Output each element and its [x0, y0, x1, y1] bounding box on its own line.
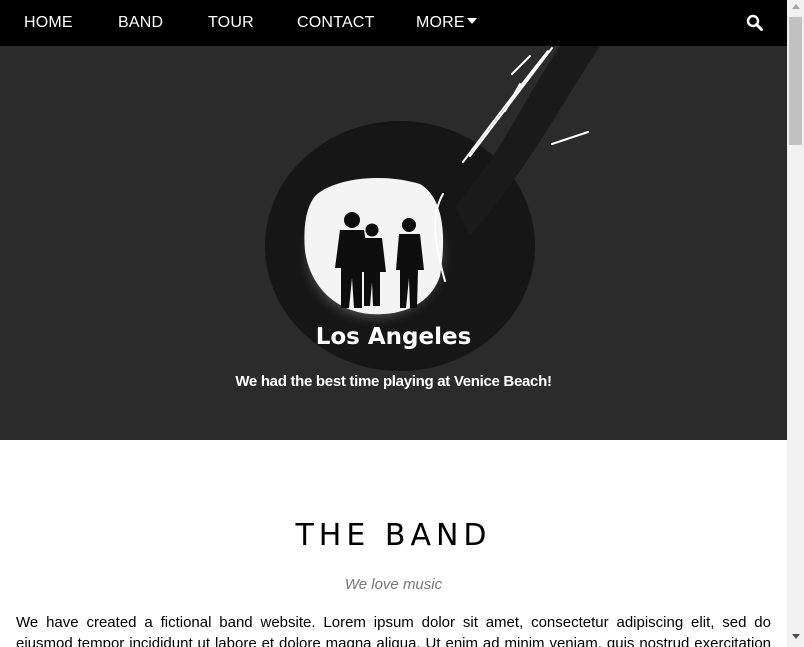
nav-home-link[interactable]: HOME	[24, 0, 73, 46]
band-description: We have created a fictional band website…	[16, 614, 771, 647]
scroll-down-arrow-icon[interactable]	[792, 634, 800, 639]
search-button[interactable]	[746, 14, 764, 32]
vertical-scrollbar[interactable]	[787, 0, 804, 647]
nav-more-label: MORE	[416, 14, 465, 31]
caret-down-icon	[466, 17, 477, 24]
scroll-up-arrow-icon[interactable]	[792, 4, 800, 9]
hero-subtitle: We had the best time playing at Venice B…	[235, 373, 552, 390]
search-icon	[746, 14, 763, 31]
band-section-title: THE BAND	[295, 518, 492, 553]
top-navbar: HOME BAND TOUR CONTACT MORE	[0, 0, 787, 46]
hero-title: Los Angeles	[315, 324, 472, 350]
nav-tour-link[interactable]: TOUR	[208, 0, 254, 46]
nav-contact-link[interactable]: CONTACT	[297, 0, 375, 46]
page: HOME BAND TOUR CONTACT MORE Los Angeles …	[0, 0, 787, 647]
hero-slide: Los Angeles We had the best time playing…	[0, 46, 787, 440]
band-section-subtitle: We love music	[344, 576, 443, 593]
nav-band-link[interactable]: BAND	[118, 0, 163, 46]
nav-more-dropdown[interactable]: MORE	[416, 0, 477, 46]
scrollbar-thumb[interactable]	[789, 17, 802, 145]
